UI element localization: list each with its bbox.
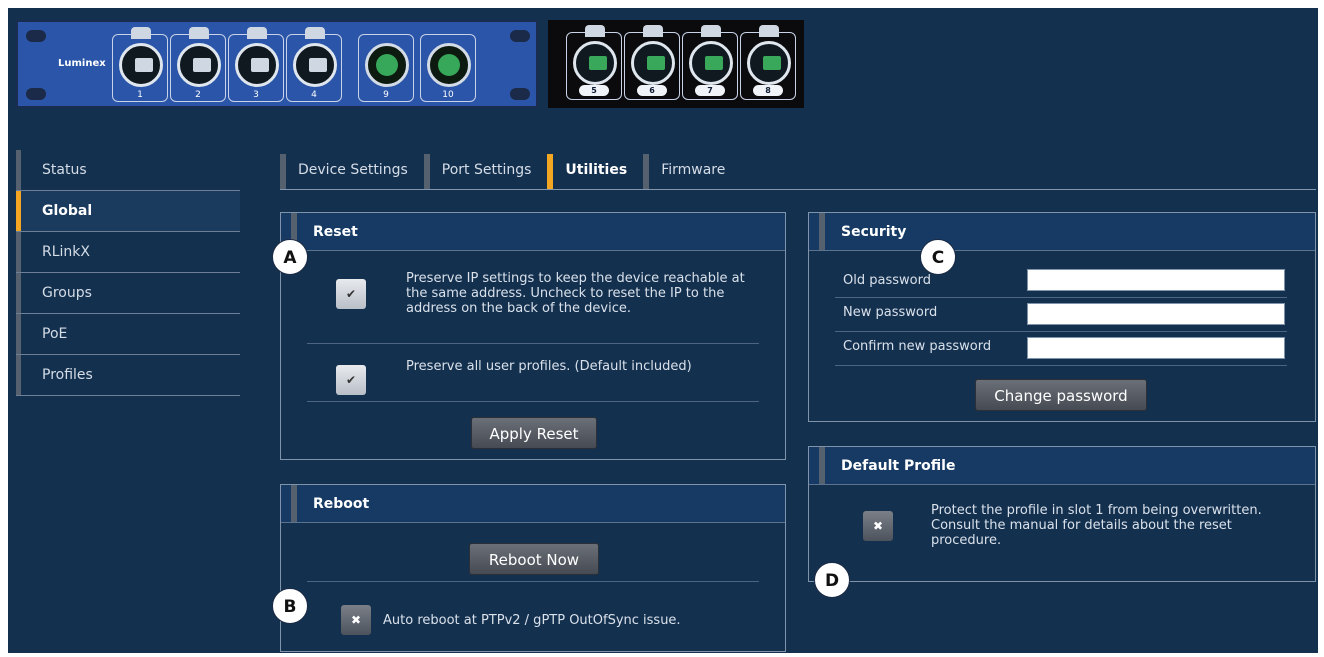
new-password-input[interactable]	[1027, 303, 1285, 325]
port-5[interactable]: 5	[566, 25, 622, 100]
port-number: 1	[137, 90, 143, 100]
old-password-input[interactable]	[1027, 269, 1285, 291]
port-10[interactable]: 10	[420, 34, 476, 102]
confirm-password-input[interactable]	[1027, 337, 1285, 359]
old-password-label: Old password	[843, 273, 931, 288]
tab-bar: Device Settings Port Settings Utilities …	[280, 150, 1316, 190]
divider	[307, 581, 759, 582]
port-number: 10	[442, 90, 454, 100]
reboot-panel: Reboot Reboot Now ✖ Auto reboot at PTPv2…	[280, 484, 786, 652]
combo-port-icon	[427, 43, 471, 87]
divider	[307, 401, 759, 402]
combo-port-icon	[365, 43, 409, 87]
protect-profile-checkbox[interactable]: ✖	[863, 511, 893, 541]
rj45-port-icon	[119, 43, 163, 87]
preserve-ip-description: Preserve IP settings to keep the device …	[406, 271, 745, 316]
port-number: 8	[753, 85, 783, 96]
port-4[interactable]: 4	[286, 27, 342, 102]
preserve-profiles-description: Preserve all user profiles. (Default inc…	[406, 359, 692, 374]
sfp-port-icon	[747, 41, 791, 85]
port-number: 6	[637, 85, 667, 96]
rj45-port-icon	[235, 43, 279, 87]
sidebar-nav: Status Global RLinkX Groups PoE Profiles	[16, 150, 240, 396]
panel-title: Default Profile	[809, 447, 1315, 485]
sidebar-item-profiles[interactable]: Profiles	[16, 355, 240, 396]
tab-firmware[interactable]: Firmware	[643, 150, 737, 189]
sidebar-item-rlinkx[interactable]: RLinkX	[16, 232, 240, 273]
port-number: 7	[695, 85, 725, 96]
check-mark-icon: ✔	[345, 287, 357, 301]
rj45-port-icon	[177, 43, 221, 87]
device-logo: Luminex	[58, 58, 106, 69]
port-9[interactable]: 9	[358, 34, 414, 102]
divider	[835, 297, 1287, 298]
port-latch	[131, 27, 151, 39]
sfp-module-panel: 5 6 7 8	[548, 20, 804, 108]
preserve-ip-checkbox[interactable]: ✔	[336, 279, 366, 309]
port-latch	[305, 27, 325, 39]
rj45-port-icon	[293, 43, 337, 87]
x-mark-icon: ✖	[350, 613, 362, 627]
port-latch	[585, 25, 605, 37]
tab-port-settings[interactable]: Port Settings	[423, 150, 544, 189]
port-3[interactable]: 3	[228, 27, 284, 102]
sidebar-item-poe[interactable]: PoE	[16, 314, 240, 355]
app-frame: Luminex 1 2 3 4 9 10 5 6 7 8 Status Glob…	[8, 8, 1318, 653]
sfp-port-icon	[573, 41, 617, 85]
port-number: 2	[195, 90, 201, 100]
change-password-button[interactable]: Change password	[975, 379, 1147, 411]
port-8[interactable]: 8	[740, 25, 796, 100]
port-latch	[643, 25, 663, 37]
protect-profile-description: Protect the profile in slot 1 from being…	[931, 503, 1262, 548]
rack-ear-hole	[510, 30, 530, 42]
port-number: 5	[579, 85, 609, 96]
port-number: 4	[311, 90, 317, 100]
sidebar-item-global[interactable]: Global	[16, 191, 240, 232]
port-latch	[189, 27, 209, 39]
annotation-badge-a: A	[272, 239, 308, 275]
preserve-profiles-checkbox[interactable]: ✔	[336, 365, 366, 395]
sidebar-item-groups[interactable]: Groups	[16, 273, 240, 314]
port-number: 3	[253, 90, 259, 100]
check-mark-icon: ✔	[345, 373, 357, 387]
port-7[interactable]: 7	[682, 25, 738, 100]
security-panel: Security Old password New password Confi…	[808, 212, 1316, 422]
port-latch	[759, 25, 779, 37]
divider	[307, 343, 759, 344]
reboot-now-button[interactable]: Reboot Now	[469, 543, 599, 575]
panel-title: Reboot	[281, 485, 785, 523]
rack-ear-hole	[26, 30, 46, 42]
auto-reboot-description: Auto reboot at PTPv2 / gPTP OutOfSync is…	[383, 613, 681, 628]
rack-ear-hole	[26, 88, 46, 100]
panel-title: Reset	[281, 213, 785, 251]
divider	[835, 365, 1287, 366]
rack-ear-hole	[510, 88, 530, 100]
annotation-badge-b: B	[272, 588, 308, 624]
default-profile-panel: Default Profile ✖ Protect the profile in…	[808, 446, 1316, 582]
port-6[interactable]: 6	[624, 25, 680, 100]
sfp-port-icon	[631, 41, 675, 85]
port-latch	[701, 25, 721, 37]
auto-reboot-checkbox[interactable]: ✖	[341, 605, 371, 635]
tab-device-settings[interactable]: Device Settings	[280, 150, 420, 189]
panel-title: Security	[809, 213, 1315, 251]
apply-reset-button[interactable]: Apply Reset	[471, 417, 597, 449]
confirm-password-label: Confirm new password	[843, 339, 992, 354]
reset-panel: Reset ✔ Preserve IP settings to keep the…	[280, 212, 786, 460]
tab-utilities[interactable]: Utilities	[547, 150, 639, 189]
new-password-label: New password	[843, 305, 938, 320]
annotation-badge-c: C	[920, 239, 956, 275]
port-1[interactable]: 1	[112, 27, 168, 102]
annotation-badge-d: D	[814, 562, 850, 598]
port-2[interactable]: 2	[170, 27, 226, 102]
device-front-panel: Luminex 1 2 3 4 9 10	[16, 20, 538, 108]
x-mark-icon: ✖	[872, 519, 884, 533]
divider	[835, 331, 1287, 332]
port-latch	[247, 27, 267, 39]
sidebar-item-status[interactable]: Status	[16, 150, 240, 191]
sfp-port-icon	[689, 41, 733, 85]
port-number: 9	[383, 90, 389, 100]
